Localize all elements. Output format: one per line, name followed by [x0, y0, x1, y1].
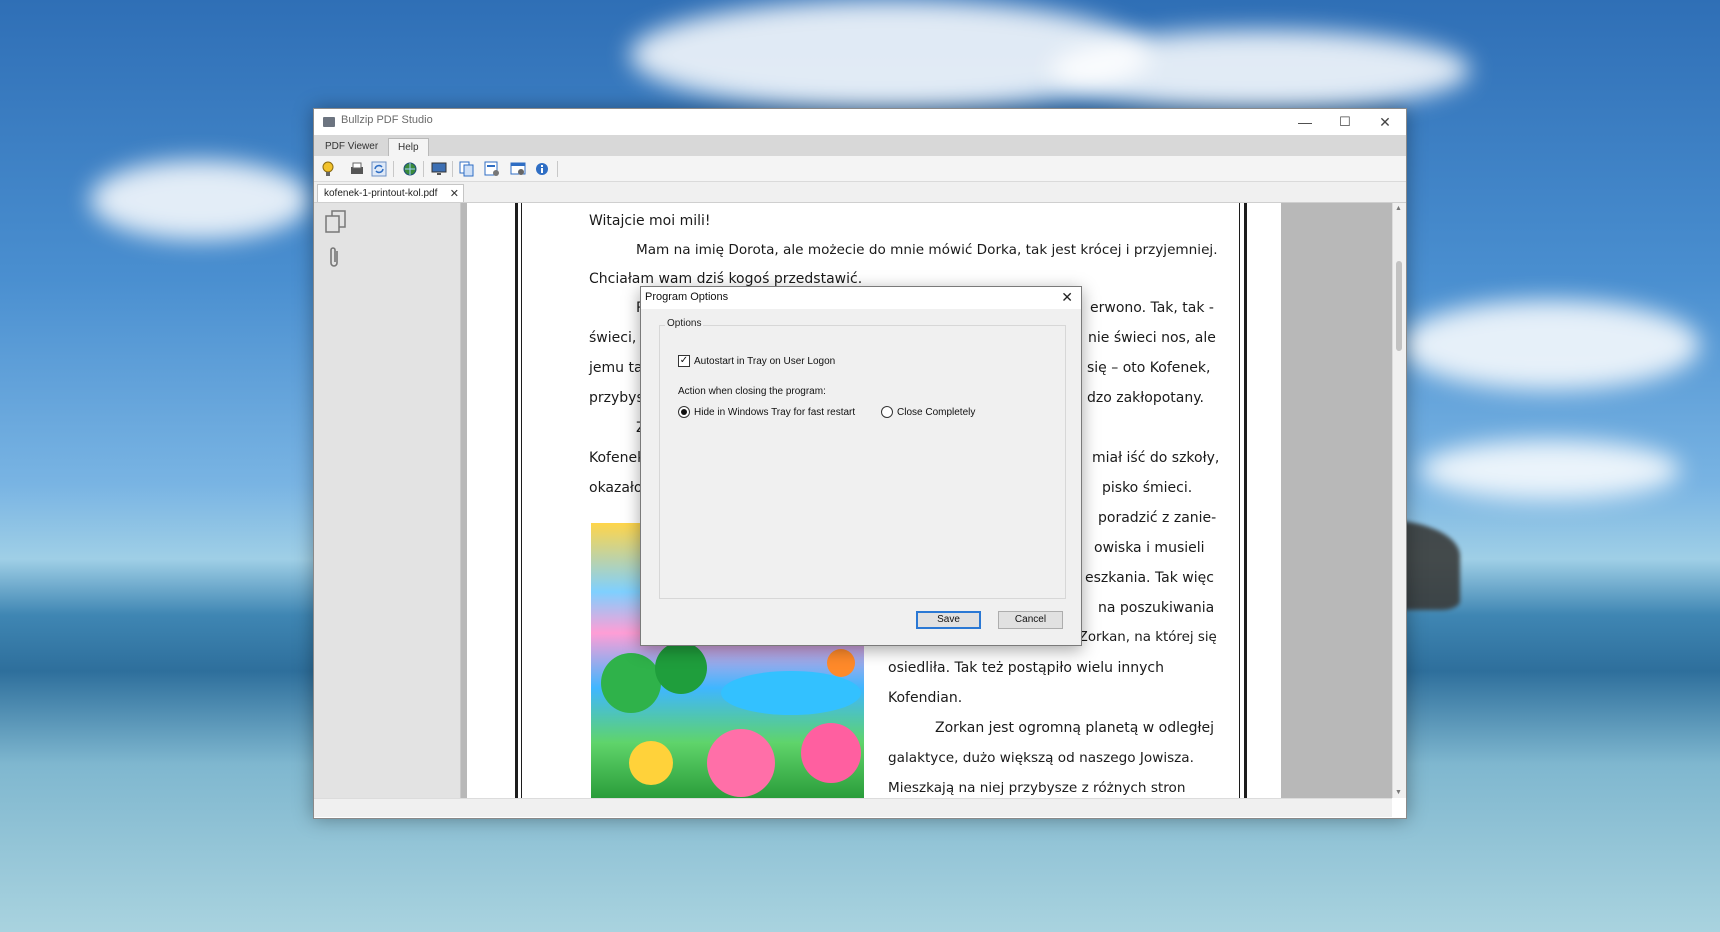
window-icon[interactable] — [510, 161, 526, 177]
doc-tab[interactable]: kofenek-1-printout-kol.pdf ✕ — [317, 184, 464, 202]
page-text-line: się – oto Kofenek, — [1087, 360, 1211, 376]
radio-hide-in-tray[interactable] — [678, 406, 690, 418]
page-text-line: Chciałam wam dziś kogoś przedstawić. — [589, 271, 863, 287]
autostart-checkbox[interactable]: ✓ — [678, 355, 690, 367]
page-border-right-thin — [1239, 203, 1240, 798]
toolbar-separator — [557, 161, 558, 177]
minimize-button[interactable]: — — [1285, 109, 1325, 135]
page-text-line: Witajcie moi mili! — [589, 213, 711, 229]
autostart-label: Autostart in Tray on User Logon — [694, 356, 836, 367]
cancel-button[interactable]: Cancel — [998, 611, 1063, 629]
page-text-line: miał iść do szkoły, — [1092, 450, 1220, 466]
page-text-line: owiska i musieli — [1094, 540, 1205, 556]
app-title: Bullzip PDF Studio — [341, 114, 433, 126]
radio-close-completely[interactable] — [881, 406, 893, 418]
toolbar-separator — [423, 161, 424, 177]
title-bar[interactable]: Bullzip PDF Studio — ☐ ✕ — [314, 109, 1406, 135]
print-icon[interactable] — [349, 161, 365, 177]
program-options-dialog: Program Options ✕ Options ✓ Autostart in… — [640, 286, 1082, 646]
radio-close-label: Close Completely — [897, 407, 976, 418]
close-button[interactable]: ✕ — [1365, 109, 1405, 135]
scroll-thumb[interactable] — [1396, 261, 1402, 351]
toolbar-separator — [393, 161, 394, 177]
pages-settings-icon[interactable] — [484, 161, 500, 177]
scroll-up-icon[interactable]: ▲ — [1395, 205, 1402, 212]
bulb-icon[interactable] — [320, 161, 336, 177]
app-icon — [323, 117, 335, 127]
page-text-line: poradzić z zanie- — [1098, 510, 1217, 526]
toolbar — [314, 156, 1406, 182]
vertical-scrollbar[interactable]: ▲ ▼ — [1392, 203, 1406, 798]
radio-hide-label: Hide in Windows Tray for fast restart — [694, 407, 856, 418]
page-text-line: nie świeci nos, ale — [1088, 330, 1216, 346]
page-border-left-thin — [521, 203, 522, 798]
doc-tab-close-icon[interactable]: ✕ — [450, 185, 459, 203]
maximize-button[interactable]: ☐ — [1325, 109, 1365, 135]
radio-selected-dot — [681, 409, 687, 415]
page-text-line: Zorkan jest ogromną planetą w odległej — [935, 720, 1215, 736]
page-border-left — [515, 203, 518, 798]
doc-tab-label: kofenek-1-printout-kol.pdf — [324, 188, 438, 199]
document-tabs: kofenek-1-printout-kol.pdf ✕ — [314, 182, 1406, 203]
save-button[interactable]: Save — [916, 611, 981, 629]
tab-pdf-viewer[interactable]: PDF Viewer — [316, 138, 387, 156]
dialog-title-bar[interactable]: Program Options ✕ — [641, 287, 1081, 309]
page-text-line: na poszukiwania — [1098, 600, 1215, 616]
ribbon-tabs: PDF Viewer Help — [314, 135, 1406, 157]
pages-icon[interactable] — [459, 161, 475, 177]
info-icon[interactable] — [534, 161, 550, 177]
scroll-down-icon[interactable]: ▼ — [1395, 789, 1402, 796]
toolbar-separator — [452, 161, 453, 177]
monitor-icon[interactable] — [431, 161, 447, 177]
action-label: Action when closing the program: — [678, 386, 826, 397]
page-text-line: dzo zakłopotany. — [1087, 390, 1204, 406]
options-group-label: Options — [665, 318, 704, 329]
page-text-line: Mieszkają na niej przybysze z różnych st… — [888, 780, 1186, 796]
page-text-line: erwono. Tak, tak - — [1090, 300, 1214, 316]
horizontal-scrollbar[interactable] — [314, 798, 1392, 817]
page-text-line: Kofenek — [589, 450, 646, 466]
tab-help[interactable]: Help — [388, 138, 429, 157]
page-text-line: Mam na imię Dorota, ale możecie do mnie … — [636, 242, 1218, 258]
attachment-icon[interactable] — [324, 245, 348, 271]
refresh-icon[interactable] — [371, 161, 387, 177]
page-text-line: eszkania. Tak więc — [1085, 570, 1214, 586]
page-text-line: galaktyce, dużo większą od naszego Jowis… — [888, 750, 1194, 766]
page-text-line: osiedliła. Tak też postąpiło wielu innyc… — [888, 660, 1165, 676]
pages-panel-icon[interactable] — [324, 209, 348, 235]
dialog-title: Program Options — [645, 291, 729, 303]
page-text-line: Kofendian. — [888, 690, 963, 706]
dialog-close-button[interactable]: ✕ — [1061, 289, 1073, 306]
globe-icon[interactable] — [402, 161, 418, 177]
page-border-right — [1244, 203, 1247, 798]
side-panel — [314, 203, 461, 798]
page-text-line: pisko śmieci. — [1102, 480, 1193, 496]
